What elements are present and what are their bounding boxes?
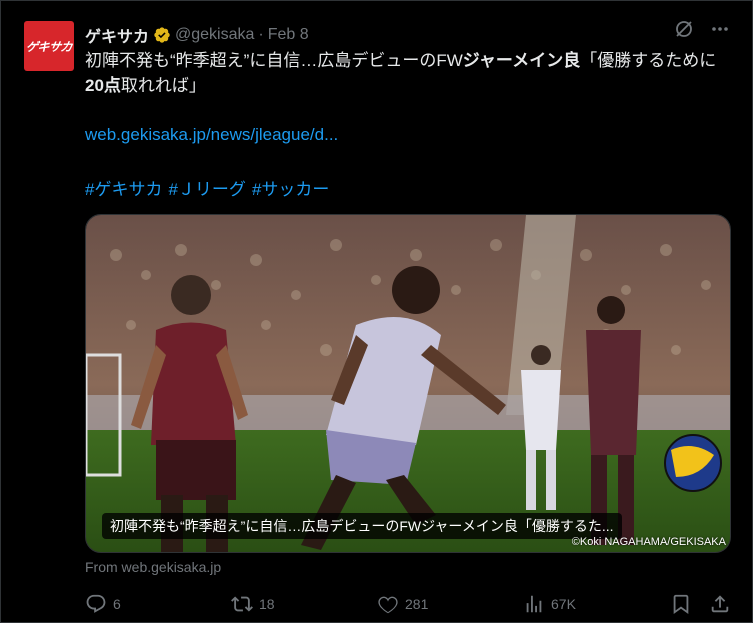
hashtag[interactable]: #サッカー	[252, 175, 329, 200]
grok-icon[interactable]	[674, 19, 694, 39]
separator-dot: ·	[258, 26, 264, 43]
tweet-text-bold: ジャーメイン良	[462, 51, 581, 70]
tweet-text-part: 初陣不発も“昨季超え”に自信…広島デビューのFW	[85, 51, 463, 70]
card-caption: 初陣不発も“昨季超え”に自信…広島デビューのFWジャーメイン良「優勝するた...	[102, 513, 622, 539]
tweet-text: 初陣不発も“昨季超え”に自信…広島デビューのFWジャーメイン良「優勝するために 2…	[85, 48, 735, 98]
reply-button[interactable]: 6	[85, 593, 121, 615]
tweet-text-bold: 20点	[85, 76, 121, 95]
tweet-date[interactable]: Feb 8	[268, 26, 309, 44]
like-button[interactable]: 281	[377, 593, 428, 615]
more-icon[interactable]	[710, 19, 730, 39]
tweet-text-part: 「優勝するために	[580, 51, 717, 70]
repost-icon	[231, 596, 253, 612]
link-card[interactable]: 初陣不発も“昨季超え”に自信…広島デビューのFWジャーメイン良「優勝するた...…	[85, 214, 731, 553]
avatar[interactable]: ゲキサカ	[24, 21, 74, 71]
repost-count: 18	[259, 596, 275, 612]
hashtag[interactable]: #ゲキサカ	[85, 175, 162, 200]
reply-count: 6	[113, 596, 121, 612]
display-name[interactable]: ゲキサカ	[85, 23, 149, 47]
hashtag[interactable]: #Ｊリーグ	[168, 175, 245, 200]
tweet-text-part: 取れれば」	[120, 76, 206, 95]
share-icon	[711, 595, 729, 613]
avatar-logo-text: ゲキサカ	[24, 39, 73, 54]
action-bar: 6 18 281 67K	[85, 593, 735, 619]
repost-button[interactable]: 18	[231, 593, 275, 615]
card-source[interactable]: From web.gekisaka.jp	[85, 559, 221, 575]
bookmark-button[interactable]	[670, 593, 692, 615]
verified-badge-icon[interactable]	[153, 26, 171, 44]
card-photo	[86, 215, 730, 552]
handle[interactable]: @gekisaka	[175, 26, 254, 44]
like-count: 281	[405, 596, 429, 612]
bookmark-icon	[673, 594, 689, 615]
share-button[interactable]	[709, 593, 731, 615]
tweet[interactable]: ゲキサカ ゲキサカ @gekisaka · Feb 8 初陣不発も“昨季超え”に…	[0, 0, 753, 623]
views-icon	[526, 595, 542, 613]
hashtags: #ゲキサカ #Ｊリーグ #サッカー	[85, 175, 329, 200]
tweet-top-icons	[674, 19, 730, 39]
views-button[interactable]: 67K	[523, 593, 576, 615]
reply-icon	[86, 594, 106, 613]
views-count: 67K	[551, 596, 576, 612]
photo-credit: ©Koki NAGAHAMA/GEKISAKA	[571, 536, 726, 548]
tweet-link[interactable]: web.gekisaka.jp/news/jleague/d...	[85, 125, 338, 145]
like-icon	[378, 596, 398, 614]
tweet-header: ゲキサカ @gekisaka · Feb 8	[85, 23, 309, 47]
